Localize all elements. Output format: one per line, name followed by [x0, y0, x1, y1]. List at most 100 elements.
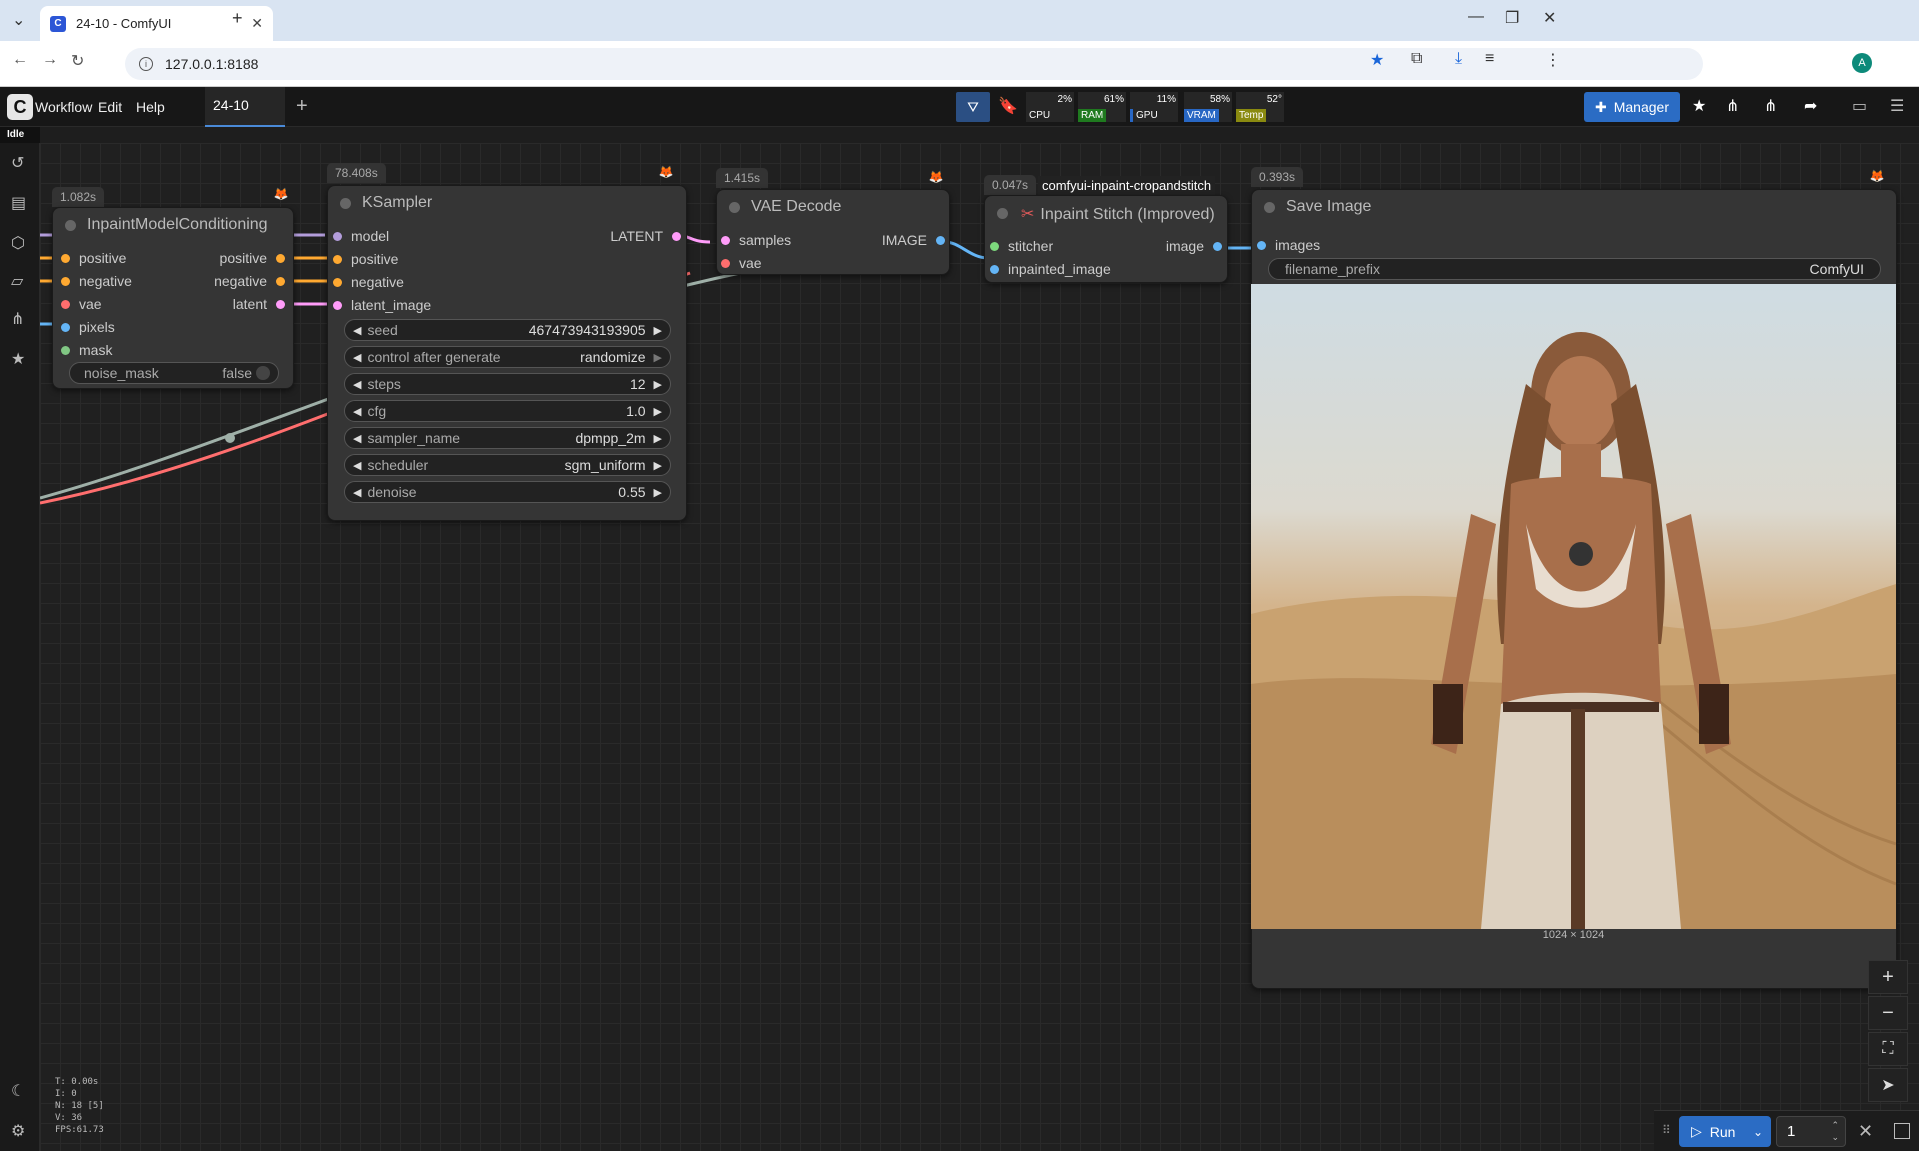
- input-vae[interactable]: vae: [721, 255, 762, 273]
- node-title[interactable]: VAE Decode: [717, 190, 949, 222]
- cube-icon[interactable]: ⬡: [11, 233, 25, 253]
- favorites-star-icon[interactable]: ★: [1692, 96, 1706, 116]
- node-title[interactable]: KSampler: [328, 186, 686, 218]
- decrement-icon[interactable]: ◀: [353, 459, 361, 472]
- collapse-dot[interactable]: [1264, 202, 1275, 213]
- node-inpaint-model-conditioning[interactable]: InpaintModelConditioning positive negati…: [52, 207, 294, 389]
- input-positive[interactable]: positive: [61, 250, 126, 268]
- workflow-tab[interactable]: 24-10: [205, 87, 285, 127]
- chevron-down-icon[interactable]: ⌄: [1753, 1125, 1763, 1139]
- theme-moon-icon[interactable]: ☾: [11, 1081, 25, 1101]
- comfy-logo-icon[interactable]: C: [7, 94, 33, 120]
- share-icon[interactable]: ➦: [1804, 96, 1817, 116]
- output-latent[interactable]: LATENT: [610, 228, 681, 246]
- increment-icon[interactable]: ▶: [654, 486, 662, 499]
- output-image[interactable]: IMAGE: [882, 232, 945, 250]
- output-image[interactable]: image: [1166, 238, 1222, 256]
- stepper-icon[interactable]: ⌃ ⌄: [1831, 1119, 1839, 1143]
- batch-count-input[interactable]: 1 ⌃ ⌄: [1776, 1116, 1846, 1147]
- increment-icon[interactable]: ▶: [654, 351, 662, 364]
- increment-icon[interactable]: ▶: [654, 378, 662, 391]
- collapse-dot[interactable]: [729, 202, 740, 213]
- tree-icon[interactable]: ⋔: [11, 309, 24, 329]
- manager-button[interactable]: ✚ Manager: [1584, 92, 1680, 122]
- output-positive[interactable]: positive: [220, 250, 285, 268]
- close-window-icon[interactable]: ✕: [1543, 8, 1556, 28]
- input-positive[interactable]: positive: [333, 251, 398, 269]
- restore-icon[interactable]: ❐: [1505, 8, 1519, 28]
- widget-seed[interactable]: ◀ seed 467473943193905 ▶: [344, 319, 671, 341]
- increment-icon[interactable]: ▶: [654, 405, 662, 418]
- node-title[interactable]: Save Image: [1252, 190, 1896, 222]
- node-title[interactable]: InpaintModelConditioning: [53, 208, 293, 240]
- url-field[interactable]: i 127.0.0.1:8188: [125, 48, 1703, 80]
- reload-icon[interactable]: ↻: [71, 51, 84, 71]
- minimize-icon[interactable]: —: [1468, 8, 1484, 26]
- node-library-icon[interactable]: ⋔: [1726, 96, 1739, 116]
- input-images[interactable]: images: [1257, 237, 1320, 255]
- input-samples[interactable]: samples: [721, 232, 791, 250]
- fit-view-icon[interactable]: ⛶: [1868, 1032, 1908, 1066]
- zoom-out-icon[interactable]: −: [1868, 996, 1908, 1030]
- extensions-icon[interactable]: ⧉: [1411, 50, 1422, 68]
- node-ksampler[interactable]: KSampler model positive negative latent_…: [327, 185, 687, 521]
- bookmark-icon[interactable]: 🔖: [998, 96, 1018, 116]
- input-negative[interactable]: negative: [61, 273, 132, 291]
- queue-panel-icon[interactable]: [1894, 1123, 1910, 1139]
- zoom-in-icon[interactable]: +: [1868, 960, 1908, 994]
- input-mask[interactable]: mask: [61, 342, 112, 360]
- node-vae-decode[interactable]: VAE Decode samples vae IMAGE: [716, 189, 950, 275]
- folder-icon[interactable]: ▱: [11, 271, 23, 291]
- media-icon[interactable]: ≡: [1485, 50, 1494, 68]
- new-workflow-icon[interactable]: +: [296, 95, 308, 118]
- drag-handle-icon[interactable]: ⠿: [1662, 1123, 1671, 1137]
- input-stitcher[interactable]: stitcher: [990, 238, 1053, 256]
- profile-avatar[interactable]: A: [1852, 53, 1872, 73]
- node-inpaint-stitch[interactable]: ✂ Inpaint Stitch (Improved) stitcher inpa…: [984, 195, 1228, 283]
- widget-denoise[interactable]: ◀ denoise 0.55 ▶: [344, 481, 671, 503]
- settings-gear-icon[interactable]: ⚙: [11, 1121, 25, 1141]
- bookmark-star-icon[interactable]: ★: [1370, 50, 1384, 70]
- menu-workflow[interactable]: Workflow: [35, 99, 92, 115]
- decrement-icon[interactable]: ◀: [353, 405, 361, 418]
- menu-help[interactable]: Help: [136, 99, 165, 115]
- decrement-icon[interactable]: ◀: [353, 324, 361, 337]
- downloads-icon[interactable]: ⤓: [1455, 50, 1462, 68]
- collapse-dot[interactable]: [340, 198, 351, 209]
- queue-mode-icon[interactable]: ⛛: [956, 92, 990, 122]
- input-model[interactable]: model: [333, 228, 389, 246]
- input-vae[interactable]: vae: [61, 296, 102, 314]
- node-title[interactable]: ✂ Inpaint Stitch (Improved): [985, 196, 1227, 228]
- back-icon[interactable]: ←: [12, 51, 28, 69]
- increment-icon[interactable]: ▶: [654, 432, 662, 445]
- decrement-icon[interactable]: ◀: [353, 378, 361, 391]
- input-negative[interactable]: negative: [333, 274, 404, 292]
- decrement-icon[interactable]: ◀: [353, 486, 361, 499]
- graph-canvas[interactable]: 1.082s 🦊 InpaintModelConditioning positi…: [40, 143, 1919, 1151]
- toggle-panel-icon[interactable]: ▭: [1852, 96, 1867, 116]
- collapse-dot[interactable]: [997, 208, 1008, 219]
- input-pixels[interactable]: pixels: [61, 319, 115, 337]
- forward-icon[interactable]: →: [42, 51, 58, 69]
- increment-icon[interactable]: ▶: [654, 324, 662, 337]
- tab-search-icon[interactable]: ⌄: [12, 10, 25, 30]
- widget-steps[interactable]: ◀ steps 12 ▶: [344, 373, 671, 395]
- close-tab-icon[interactable]: ✕: [251, 15, 263, 32]
- collapse-dot[interactable]: [65, 220, 76, 231]
- toggle-icon[interactable]: [256, 366, 270, 380]
- widget-filename-prefix[interactable]: filename_prefix ComfyUI: [1268, 258, 1881, 280]
- widget-noise-mask[interactable]: noise_mask false: [69, 362, 279, 384]
- browser-menu-icon[interactable]: ⋮: [1545, 50, 1561, 70]
- input-inpainted-image[interactable]: inpainted_image: [990, 261, 1111, 279]
- queue-icon[interactable]: ▤: [11, 193, 26, 213]
- output-latent[interactable]: latent: [233, 296, 285, 314]
- decrement-icon[interactable]: ◀: [353, 432, 361, 445]
- history-icon[interactable]: ↺: [11, 153, 24, 173]
- widget-sampler-name[interactable]: ◀ sampler_name dpmpp_2m ▶: [344, 427, 671, 449]
- output-negative[interactable]: negative: [214, 273, 285, 291]
- send-icon[interactable]: ➤: [1868, 1068, 1908, 1102]
- increment-icon[interactable]: ▶: [654, 459, 662, 472]
- widget-cfg[interactable]: ◀ cfg 1.0 ▶: [344, 400, 671, 422]
- site-info-icon[interactable]: i: [139, 57, 153, 71]
- widget-control-after-generate[interactable]: ◀ control after generate randomize ▶: [344, 346, 671, 368]
